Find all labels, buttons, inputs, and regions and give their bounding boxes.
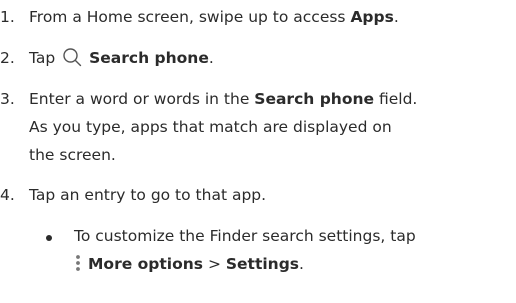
step-number: 2. [0, 49, 15, 67]
more-options-label: More options [88, 255, 204, 273]
step-number: 4. [0, 186, 15, 204]
apps-label: Apps [350, 8, 394, 26]
step-prefix: Enter a word or words in the [29, 90, 255, 108]
step-number: 1. [0, 8, 15, 26]
step-suffix: field. [374, 90, 418, 108]
bullet-dot [46, 235, 52, 241]
step-text: Tap an entry to go to that app. [29, 186, 267, 204]
search-phone-label: Search phone [254, 90, 375, 108]
step-prefix: From a Home screen, swipe up to access [29, 8, 351, 26]
more-options-icon [76, 255, 80, 271]
sub-bullet-line-1: To customize the Finder search settings,… [74, 227, 416, 245]
step-suffix: . [393, 8, 399, 26]
settings-label: Settings [225, 255, 300, 273]
step-text: From a Home screen, swipe up to access A… [29, 3, 509, 31]
step-text: Tap Search phone. [29, 44, 509, 72]
menu-separator: > [203, 255, 226, 273]
sub-bullet-line-2: More options > Settings. [74, 250, 514, 278]
search-phone-label: Search phone [89, 49, 209, 67]
search-icon [63, 48, 82, 67]
sub-bullet-suffix: . [299, 255, 304, 273]
step-text: Enter a word or words in the Search phon… [29, 85, 509, 113]
step-text-line-3: the screen. [29, 146, 116, 164]
step-number: 3. [0, 90, 15, 108]
step-prefix: Tap [29, 49, 61, 67]
step-text-line-2: As you type, apps that match are display… [29, 118, 392, 136]
step-suffix: . [208, 49, 214, 67]
